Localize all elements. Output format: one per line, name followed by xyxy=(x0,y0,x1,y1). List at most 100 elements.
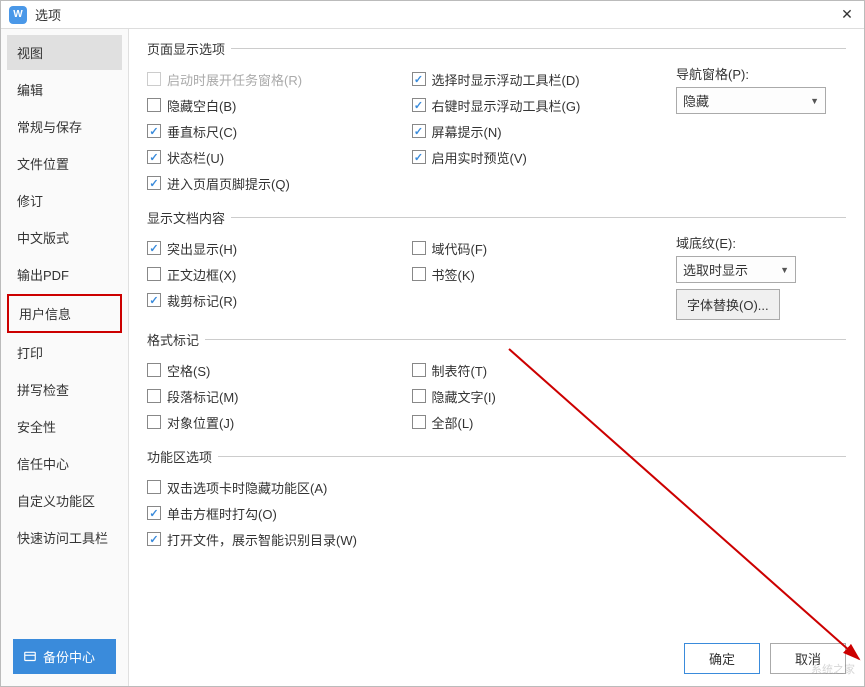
doc-content-opt-2-checkbox[interactable] xyxy=(147,293,161,307)
page-display-opt-b-1-label: 右键时显示浮动工具栏(G) xyxy=(432,96,581,115)
group-ribbon-options: 功能区选项 双击选项卡时隐藏功能区(A) 单击方框时打勾(O) 打开文件，展示智能识… xyxy=(147,447,846,554)
sidebar-item-5[interactable]: 中文版式 xyxy=(7,220,122,255)
page-display-opt-0-label: 启动时展开任务窗格(R) xyxy=(167,70,302,89)
sidebar-item-2[interactable]: 常规与保存 xyxy=(7,109,122,144)
page-display-opt-b-2-checkbox[interactable] xyxy=(412,124,426,138)
ribbon-opt-2: 打开文件，展示智能识别目录(W) xyxy=(147,528,846,550)
page-display-opt-1-checkbox[interactable] xyxy=(147,98,161,112)
app-logo-icon: W xyxy=(9,6,27,24)
window-title: 选项 xyxy=(35,5,838,24)
ribbon-opt-2-checkbox[interactable] xyxy=(147,532,161,546)
page-display-opt-0-checkbox xyxy=(147,72,161,86)
doc-content-opt-2: 裁剪标记(R) xyxy=(147,289,412,311)
doc-content-opt-b-0-label: 域代码(F) xyxy=(432,239,488,258)
sidebar-item-0[interactable]: 视图 xyxy=(7,35,122,70)
doc-content-opt-b-0-checkbox[interactable] xyxy=(412,241,426,255)
format-mark-opt-2-checkbox[interactable] xyxy=(147,415,161,429)
options-window: W 选项 ✕ 视图编辑常规与保存文件位置修订中文版式输出PDF用户信息打印拼写检… xyxy=(0,0,865,687)
doc-content-opt-b-1: 书签(K) xyxy=(412,263,677,285)
page-display-opt-b-2: 屏幕提示(N) xyxy=(412,120,677,142)
doc-content-opt-2-label: 裁剪标记(R) xyxy=(167,291,237,310)
format-mark-opt-b-0: 制表符(T) xyxy=(412,359,677,381)
page-display-opt-4: 进入页眉页脚提示(Q) xyxy=(147,172,412,194)
doc-content-opt-0-label: 突出显示(H) xyxy=(167,239,237,258)
sidebar-item-3[interactable]: 文件位置 xyxy=(7,146,122,181)
page-display-opt-4-checkbox[interactable] xyxy=(147,176,161,190)
sidebar-item-10[interactable]: 安全性 xyxy=(7,409,122,444)
page-display-opt-b-3-checkbox[interactable] xyxy=(412,150,426,164)
group-legend: 格式标记 xyxy=(147,330,205,349)
format-mark-opt-0-label: 空格(S) xyxy=(167,361,210,380)
format-mark-opt-b-2-checkbox[interactable] xyxy=(412,415,426,429)
page-display-opt-b-0-checkbox[interactable] xyxy=(412,72,426,86)
content-panel: 页面显示选项 启动时展开任务窗格(R)隐藏空白(B)垂直标尺(C)状态栏(U)进… xyxy=(129,29,864,686)
format-mark-opt-1-checkbox[interactable] xyxy=(147,389,161,403)
ribbon-opt-0-checkbox[interactable] xyxy=(147,480,161,494)
doc-content-opt-b-1-label: 书签(K) xyxy=(432,265,475,284)
format-mark-opt-1: 段落标记(M) xyxy=(147,385,412,407)
sidebar-item-13[interactable]: 快速访问工具栏 xyxy=(7,520,122,555)
ribbon-opt-1: 单击方框时打勾(O) xyxy=(147,502,846,524)
format-mark-opt-b-2: 全部(L) xyxy=(412,411,677,433)
page-display-opt-4-label: 进入页眉页脚提示(Q) xyxy=(167,174,290,193)
format-mark-opt-2-label: 对象位置(J) xyxy=(167,413,234,432)
doc-content-opt-1-label: 正文边框(X) xyxy=(167,265,236,284)
backup-center-button[interactable]: 备份中心 xyxy=(13,639,116,674)
page-display-opt-2: 垂直标尺(C) xyxy=(147,120,412,142)
sidebar-item-1[interactable]: 编辑 xyxy=(7,72,122,107)
nav-pane-select[interactable]: 隐藏 ▼ xyxy=(676,87,826,114)
ok-button[interactable]: 确定 xyxy=(684,643,760,674)
dialog-footer: 确定 取消 xyxy=(684,643,846,674)
format-mark-opt-1-label: 段落标记(M) xyxy=(167,387,239,406)
format-mark-opt-b-1-checkbox[interactable] xyxy=(412,389,426,403)
page-display-opt-0: 启动时展开任务窗格(R) xyxy=(147,68,412,90)
page-display-opt-b-0: 选择时显示浮动工具栏(D) xyxy=(412,68,677,90)
page-display-opt-b-0-label: 选择时显示浮动工具栏(D) xyxy=(432,70,580,89)
group-legend: 显示文档内容 xyxy=(147,208,231,227)
sidebar-item-7[interactable]: 用户信息 xyxy=(7,294,122,333)
sidebar-item-11[interactable]: 信任中心 xyxy=(7,446,122,481)
window-body: 视图编辑常规与保存文件位置修订中文版式输出PDF用户信息打印拼写检查安全性信任中… xyxy=(1,29,864,686)
chevron-down-icon: ▼ xyxy=(780,265,789,275)
field-shading-select[interactable]: 选取时显示 ▼ xyxy=(676,256,796,283)
ribbon-opt-0-label: 双击选项卡时隐藏功能区(A) xyxy=(167,478,327,497)
format-mark-opt-b-0-label: 制表符(T) xyxy=(432,361,488,380)
format-mark-opt-2: 对象位置(J) xyxy=(147,411,412,433)
format-mark-opt-0: 空格(S) xyxy=(147,359,412,381)
page-display-opt-3-checkbox[interactable] xyxy=(147,150,161,164)
page-display-opt-b-1-checkbox[interactable] xyxy=(412,98,426,112)
sidebar-item-8[interactable]: 打印 xyxy=(7,335,122,370)
doc-content-opt-1-checkbox[interactable] xyxy=(147,267,161,281)
format-mark-opt-b-0-checkbox[interactable] xyxy=(412,363,426,377)
page-display-opt-2-label: 垂直标尺(C) xyxy=(167,122,237,141)
page-display-opt-b-3-label: 启用实时预览(V) xyxy=(432,148,527,167)
page-display-opt-3-label: 状态栏(U) xyxy=(167,148,224,167)
group-legend: 页面显示选项 xyxy=(147,39,231,58)
sidebar: 视图编辑常规与保存文件位置修订中文版式输出PDF用户信息打印拼写检查安全性信任中… xyxy=(1,29,129,686)
sidebar-item-9[interactable]: 拼写检查 xyxy=(7,372,122,407)
format-mark-opt-b-1-label: 隐藏文字(I) xyxy=(432,387,496,406)
sidebar-item-12[interactable]: 自定义功能区 xyxy=(7,483,122,518)
doc-content-opt-b-1-checkbox[interactable] xyxy=(412,267,426,281)
format-mark-opt-0-checkbox[interactable] xyxy=(147,363,161,377)
field-shading-label: 域底纹(E): xyxy=(676,233,846,252)
font-substitution-button[interactable]: 字体替换(O)... xyxy=(676,289,780,320)
page-display-opt-b-1: 右键时显示浮动工具栏(G) xyxy=(412,94,677,116)
backup-label: 备份中心 xyxy=(43,647,95,666)
group-legend: 功能区选项 xyxy=(147,447,218,466)
ribbon-opt-1-checkbox[interactable] xyxy=(147,506,161,520)
sidebar-item-4[interactable]: 修订 xyxy=(7,183,122,218)
page-display-opt-2-checkbox[interactable] xyxy=(147,124,161,138)
ribbon-opt-0: 双击选项卡时隐藏功能区(A) xyxy=(147,476,846,498)
titlebar: W 选项 ✕ xyxy=(1,1,864,29)
sidebar-item-6[interactable]: 输出PDF xyxy=(7,257,122,292)
format-mark-opt-b-2-label: 全部(L) xyxy=(432,413,474,432)
doc-content-opt-0-checkbox[interactable] xyxy=(147,241,161,255)
cancel-button[interactable]: 取消 xyxy=(770,643,846,674)
close-icon[interactable]: ✕ xyxy=(838,6,856,24)
page-display-opt-b-2-label: 屏幕提示(N) xyxy=(432,122,502,141)
doc-content-opt-0: 突出显示(H) xyxy=(147,237,412,259)
backup-icon xyxy=(23,650,37,664)
group-format-marks: 格式标记 空格(S) 段落标记(M) 对象位置(J) 制表符(T) 隐藏文字(I) 全部… xyxy=(147,330,846,437)
nav-pane-value: 隐藏 xyxy=(683,91,709,110)
